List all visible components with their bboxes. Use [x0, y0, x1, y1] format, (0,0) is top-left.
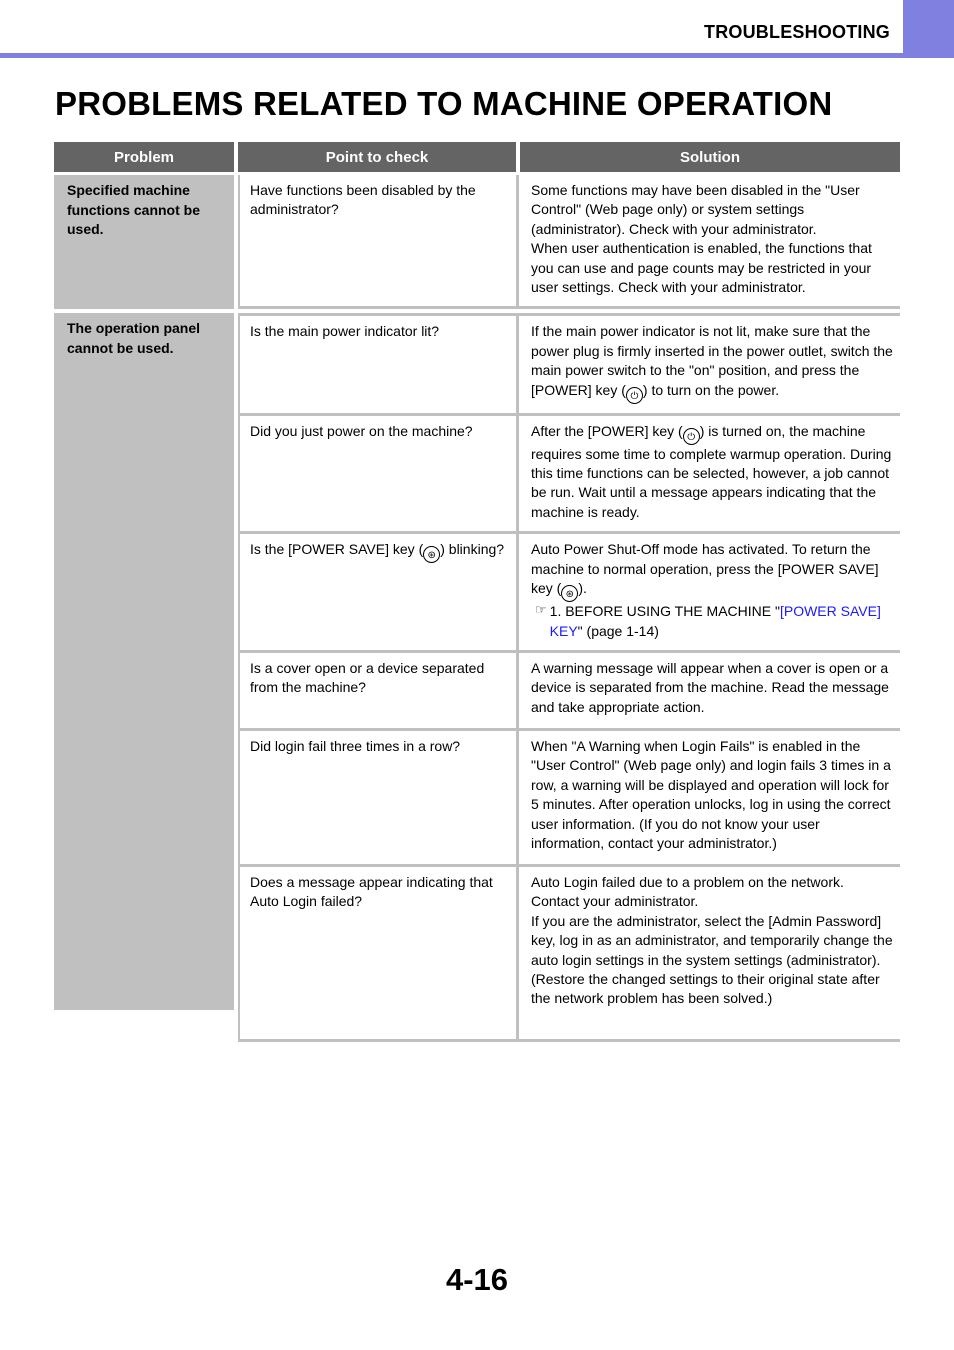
- solution-text: After the [POWER] key (: [531, 422, 683, 439]
- table-row: Is the main power indicator lit? If the …: [238, 313, 900, 416]
- check-text: Is the [POWER SAVE] key (: [250, 541, 424, 558]
- page-title: PROBLEMS RELATED TO MACHINE OPERATION: [55, 85, 833, 122]
- table-row: Have functions been disabled by the admi…: [238, 175, 900, 310]
- power-key-icon: ⏻: [682, 427, 700, 445]
- column-header-problem: Problem: [54, 142, 234, 172]
- problem-cell: Specified machine functions cannot be us…: [54, 175, 234, 310]
- table-row: Did login fail three times in a row? Whe…: [238, 730, 900, 867]
- page-number: 4-16: [445, 1262, 509, 1297]
- power-save-key-icon: ⊛: [423, 546, 441, 564]
- check-cell: Is a cover open or a device separated fr…: [238, 652, 516, 728]
- header-accent-bar: [0, 53, 954, 58]
- solution-text: If you are the administrator, select the…: [531, 912, 893, 1007]
- check-text: ) blinking?: [440, 541, 505, 558]
- solution-cell: A warning message will appear when a cov…: [516, 652, 900, 728]
- problem-cell: The operation panel cannot be used.: [54, 313, 234, 1011]
- table-row: Is the [POWER SAVE] key (⊛) blinking? Au…: [238, 534, 900, 653]
- solution-cell: After the [POWER] key (⏻) is turned on, …: [516, 415, 900, 532]
- problem-group: The operation panel cannot be used. Is t…: [54, 313, 900, 1042]
- solution-cell: Auto Power Shut-Off mode has activated. …: [516, 534, 900, 650]
- table-row: Did you just power on the machine? After…: [238, 415, 900, 535]
- solution-text: ).: [578, 580, 587, 597]
- solution-cell: Some functions may have been disabled in…: [516, 175, 900, 307]
- power-save-key-icon: ⊛: [561, 585, 579, 603]
- check-cell: Did login fail three times in a row?: [238, 730, 516, 864]
- power-key-icon: ⏻: [625, 386, 643, 404]
- solution-cell: Auto Login failed due to a problem on th…: [516, 866, 900, 1039]
- column-header-solution: Solution: [520, 142, 900, 172]
- solution-text: ) to turn on the power.: [642, 381, 780, 398]
- reference-text: 1. BEFORE USING THE MACHINE ": [549, 603, 780, 620]
- solution-text: When user authentication is enabled, the…: [531, 240, 872, 296]
- reference-pointer-icon: ☞: [535, 602, 547, 618]
- column-header-point-to-check: Point to check: [238, 142, 516, 172]
- section-title: TROUBLESHOOTING: [704, 22, 890, 42]
- solution-cell: If the main power indicator is not lit, …: [516, 316, 900, 413]
- solution-text: Some functions may have been disabled in…: [531, 182, 860, 237]
- reference-text: " (page 1-14): [577, 622, 659, 639]
- table-row: Does a message appear indicating that Au…: [238, 866, 900, 1042]
- troubleshooting-table: Problem Point to check Solution Specifie…: [54, 142, 900, 1042]
- solution-text: Auto Login failed due to a problem on th…: [531, 873, 844, 910]
- header-accent-tab: [903, 0, 954, 58]
- check-cell: Did you just power on the machine?: [238, 415, 516, 532]
- check-cell: Does a message appear indicating that Au…: [238, 866, 516, 1039]
- solution-cell: When "A Warning when Login Fails" is ena…: [516, 730, 900, 864]
- table-row: Is a cover open or a device separated fr…: [238, 652, 900, 731]
- page-reference: ☞ 1. BEFORE USING THE MACHINE "[POWER SA…: [531, 602, 894, 641]
- check-cell: Is the main power indicator lit?: [238, 316, 516, 413]
- problem-group: Specified machine functions cannot be us…: [54, 175, 900, 310]
- check-cell: Have functions been disabled by the admi…: [238, 175, 516, 307]
- check-cell: Is the [POWER SAVE] key (⊛) blinking?: [238, 534, 516, 650]
- table-header: Problem Point to check Solution: [54, 142, 900, 172]
